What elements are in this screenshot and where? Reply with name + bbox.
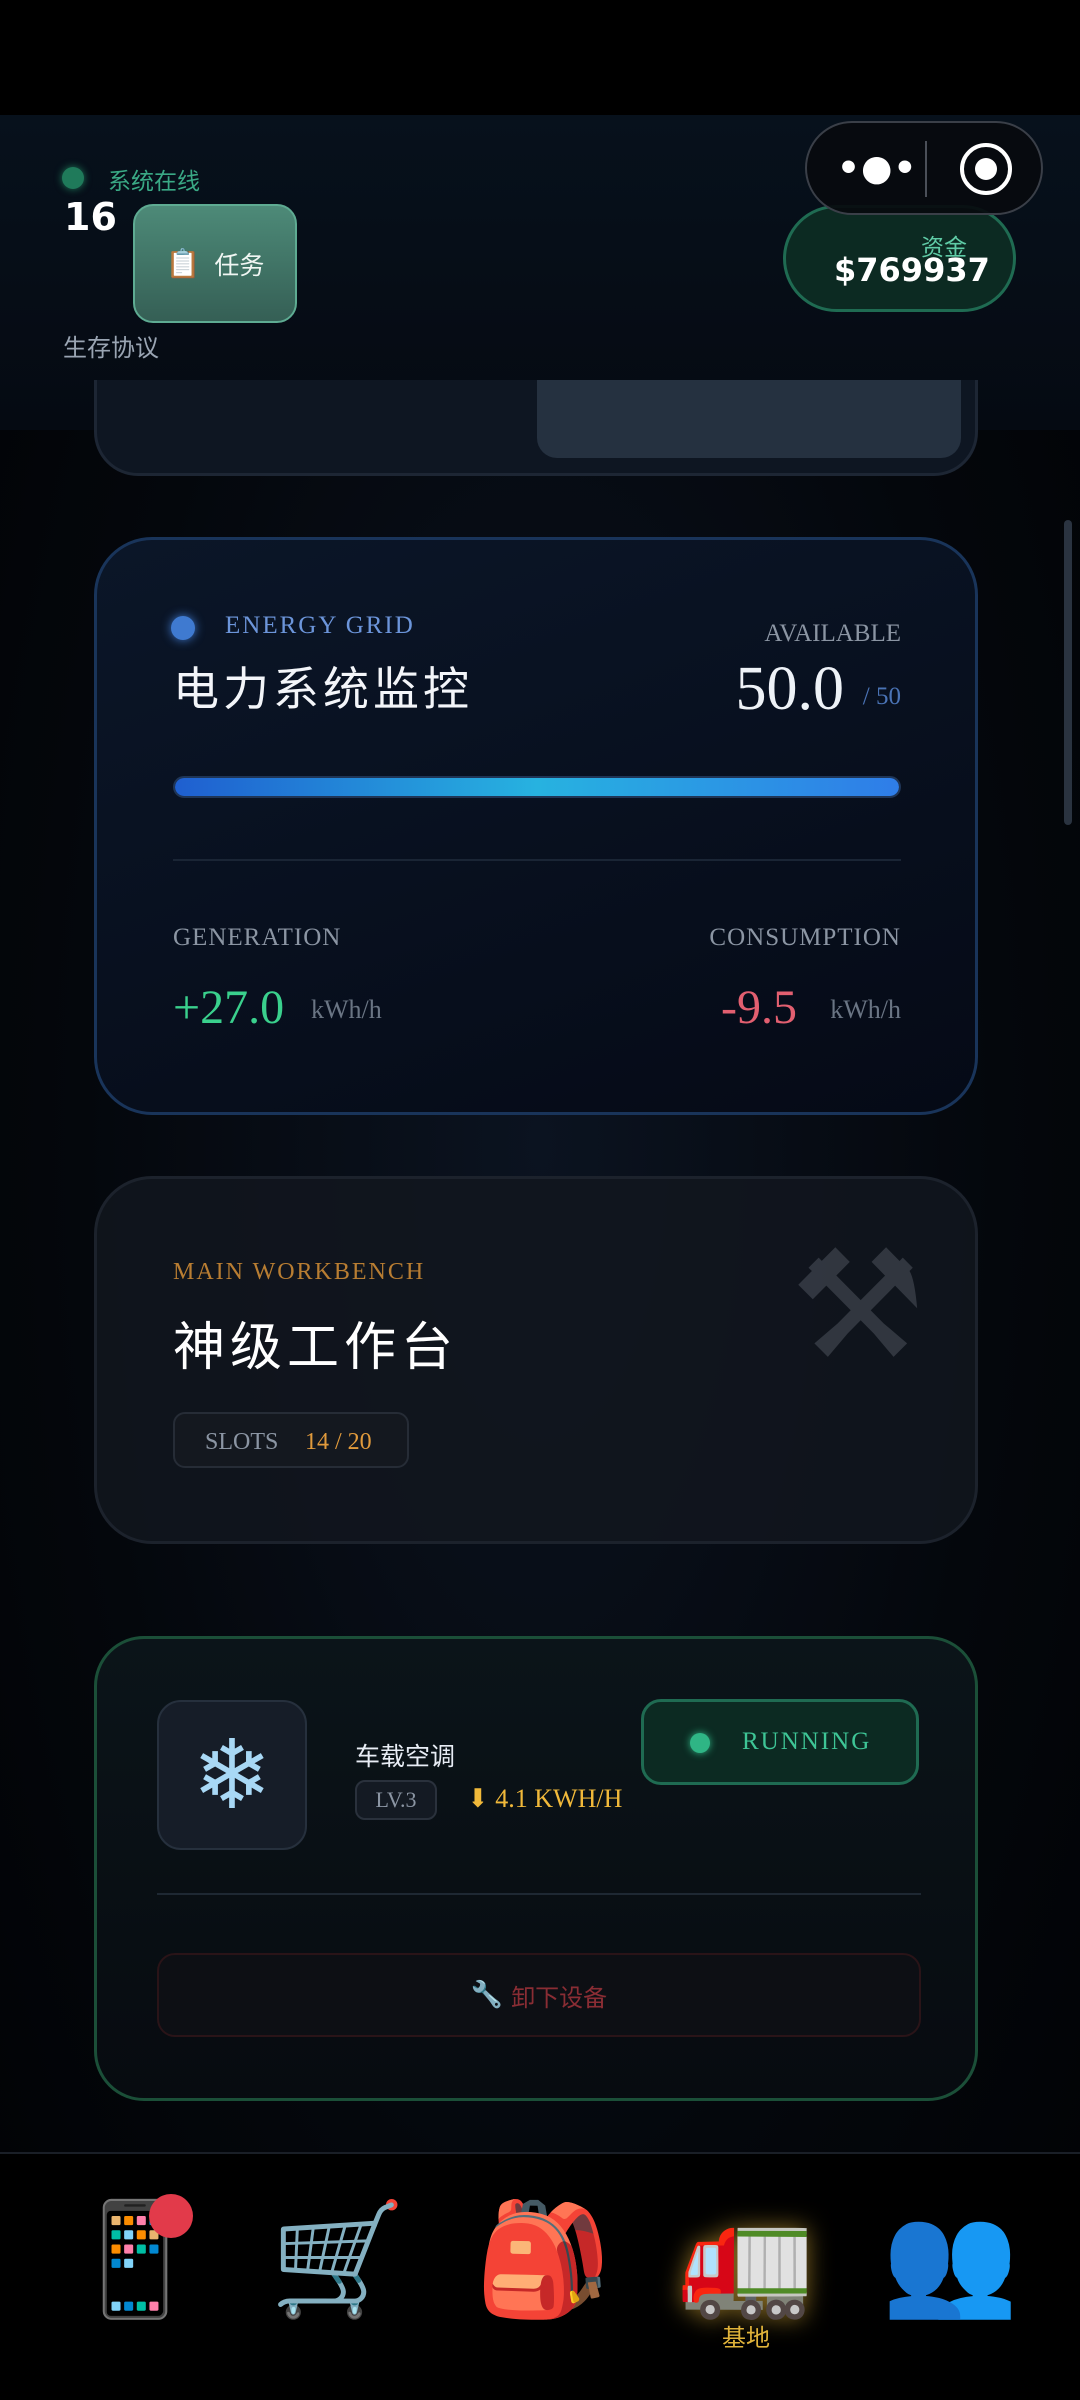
workbench-card[interactable]: ⚒ MAIN WORKBENCH 神级工作台 SLOTS 14 / 20 bbox=[94, 1176, 978, 1544]
energy-divider bbox=[173, 859, 901, 861]
task-button[interactable]: 📋 任务 bbox=[133, 204, 297, 323]
nav-team[interactable]: 👥 bbox=[880, 2194, 1020, 2354]
truck-icon: 🚛 bbox=[677, 2195, 815, 2323]
energy-title: 电力系统监控 bbox=[173, 662, 473, 716]
target-close-icon[interactable] bbox=[960, 143, 1012, 195]
scrollbar[interactable] bbox=[1064, 520, 1072, 825]
available-value: 50.0 bbox=[735, 655, 845, 723]
wrench-icon: 🔧 bbox=[470, 1980, 504, 2010]
energy-tag: ENERGY GRID bbox=[225, 612, 415, 639]
people-icon: 👥 bbox=[881, 2195, 1019, 2323]
energy-progress-bar bbox=[173, 776, 901, 798]
notification-badge bbox=[149, 2194, 193, 2238]
funds-value: $769937 bbox=[834, 251, 990, 289]
device-divider bbox=[157, 1893, 921, 1895]
consumption-label: CONSUMPTION bbox=[709, 924, 901, 951]
available-label: AVAILABLE bbox=[764, 620, 901, 647]
energy-grid-card: ENERGY GRID 电力系统监控 AVAILABLE 50.0 / 50 G… bbox=[94, 537, 978, 1115]
online-status-text: 系统在线 bbox=[108, 169, 200, 195]
protocol-label: 生存协议 bbox=[63, 334, 159, 362]
device-level: LV.3 bbox=[355, 1780, 437, 1820]
nav-base[interactable]: 🚛 基地 bbox=[676, 2194, 816, 2354]
snowflake-icon: ❄ bbox=[157, 1700, 307, 1850]
device-status-toggle[interactable]: RUNNING bbox=[641, 1699, 919, 1785]
device-name: 车载空调 bbox=[355, 1742, 456, 1771]
mini-program-capsule: •●• bbox=[805, 121, 1043, 215]
consumption-unit: kWh/h bbox=[830, 995, 901, 1024]
nav-shop[interactable]: 🛒 bbox=[268, 2194, 408, 2354]
status-bar bbox=[0, 0, 1080, 115]
workbench-tag: MAIN WORKBENCH bbox=[173, 1259, 426, 1285]
online-indicator-icon bbox=[62, 167, 84, 189]
more-dots-icon[interactable]: •●• bbox=[837, 141, 916, 197]
energy-indicator-icon bbox=[171, 616, 195, 640]
generation-label: GENERATION bbox=[173, 924, 342, 951]
slots-value: 14 / 20 bbox=[305, 1429, 372, 1455]
nav-phone[interactable]: 📱 bbox=[65, 2194, 205, 2354]
task-button-label: 任务 bbox=[214, 250, 265, 280]
energy-progress-fill bbox=[175, 778, 899, 796]
bottom-nav: 📱 🛒 🎒 🚛 基地 👥 bbox=[0, 2152, 1080, 2400]
unmount-label: 卸下设备 bbox=[511, 1983, 608, 2012]
backpack-icon: 🎒 bbox=[474, 2195, 612, 2323]
cart-icon: 🛒 bbox=[269, 2195, 407, 2323]
available-max: / 50 bbox=[862, 683, 901, 710]
day-counter: 16 bbox=[64, 195, 117, 239]
generation-unit: kWh/h bbox=[311, 995, 382, 1024]
previous-card-bottom bbox=[94, 380, 978, 476]
consumption-value: -9.5 bbox=[721, 981, 797, 1034]
nav-backpack[interactable]: 🎒 bbox=[473, 2194, 613, 2354]
previous-card-segment[interactable] bbox=[537, 380, 961, 458]
hammer-wrench-icon: ⚒ bbox=[790, 1219, 925, 1393]
device-status-label: RUNNING bbox=[742, 1728, 872, 1755]
capsule-divider bbox=[925, 141, 927, 197]
slots-badge: SLOTS 14 / 20 bbox=[173, 1412, 409, 1468]
device-power: ⬇ 4.1 KWH/H bbox=[467, 1784, 623, 1813]
clipboard-icon: 📋 bbox=[165, 248, 201, 280]
workbench-title: 神级工作台 bbox=[173, 1318, 459, 1378]
slots-label: SLOTS bbox=[205, 1429, 279, 1455]
generation-value: +27.0 bbox=[173, 981, 285, 1034]
running-indicator-icon bbox=[690, 1733, 710, 1753]
unmount-button[interactable]: 🔧 卸下设备 bbox=[157, 1953, 921, 2037]
funds-badge: 资金 $769937 bbox=[783, 205, 1016, 312]
device-card: ❄ 车载空调 LV.3 ⬇ 4.1 KWH/H RUNNING 🔧 卸下设备 bbox=[94, 1636, 978, 2101]
